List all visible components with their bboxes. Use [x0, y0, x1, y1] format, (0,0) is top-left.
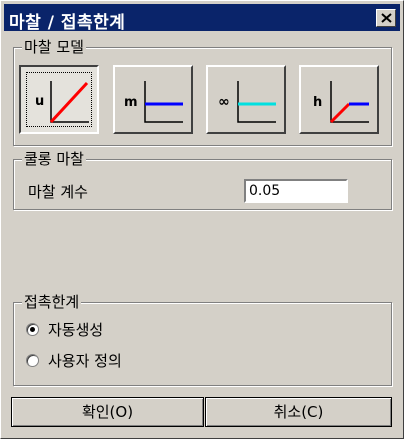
title-bar[interactable]: 마찰 / 접촉한계: [4, 4, 400, 33]
friction-h-graph-icon: h: [313, 81, 369, 124]
friction-model-button-m[interactable]: m: [113, 65, 193, 134]
friction-contact-dialog: 마찰 / 접촉한계 마찰 모델 u m ∞ h 쿨롱 마찰 마찰 계수 0.05…: [0, 0, 404, 439]
close-button[interactable]: [376, 9, 396, 27]
friction-coefficient-input[interactable]: 0.05: [244, 179, 348, 203]
friction-model-group-title: 마찰 모델: [22, 38, 86, 56]
friction-u-key-label: u: [35, 94, 44, 109]
friction-m-key-label: m: [124, 95, 138, 110]
user-defined-radio[interactable]: [26, 354, 39, 367]
user-defined-label[interactable]: 사용자 정의: [48, 350, 122, 371]
coulomb-friction-group-title: 쿨롱 마찰: [22, 150, 86, 168]
friction-h-key-label: h: [313, 95, 322, 110]
friction-model-button-u[interactable]: u: [19, 65, 99, 134]
contact-limit-group: 접촉한계: [13, 293, 392, 386]
friction-inf-graph-icon: ∞: [218, 81, 276, 123]
auto-generate-label[interactable]: 자동생성: [48, 319, 103, 340]
friction-model-button-h[interactable]: h: [299, 65, 379, 134]
friction-m-graph-icon: m: [124, 81, 183, 123]
cancel-button[interactable]: 취소(C): [205, 397, 392, 427]
close-icon: [381, 13, 392, 23]
friction-coefficient-label: 마찰 계수: [28, 183, 88, 201]
auto-generate-radio[interactable]: [26, 323, 39, 336]
window-title: 마찰 / 접촉한계: [9, 13, 126, 33]
friction-inf-key-label: ∞: [218, 94, 230, 110]
friction-u-graph-icon: u: [35, 81, 89, 124]
friction-model-button-inf[interactable]: ∞: [206, 65, 286, 134]
ok-button[interactable]: 확인(O): [11, 397, 204, 427]
radio-selected-dot: [30, 327, 35, 332]
contact-limit-group-title: 접촉한계: [22, 293, 82, 311]
